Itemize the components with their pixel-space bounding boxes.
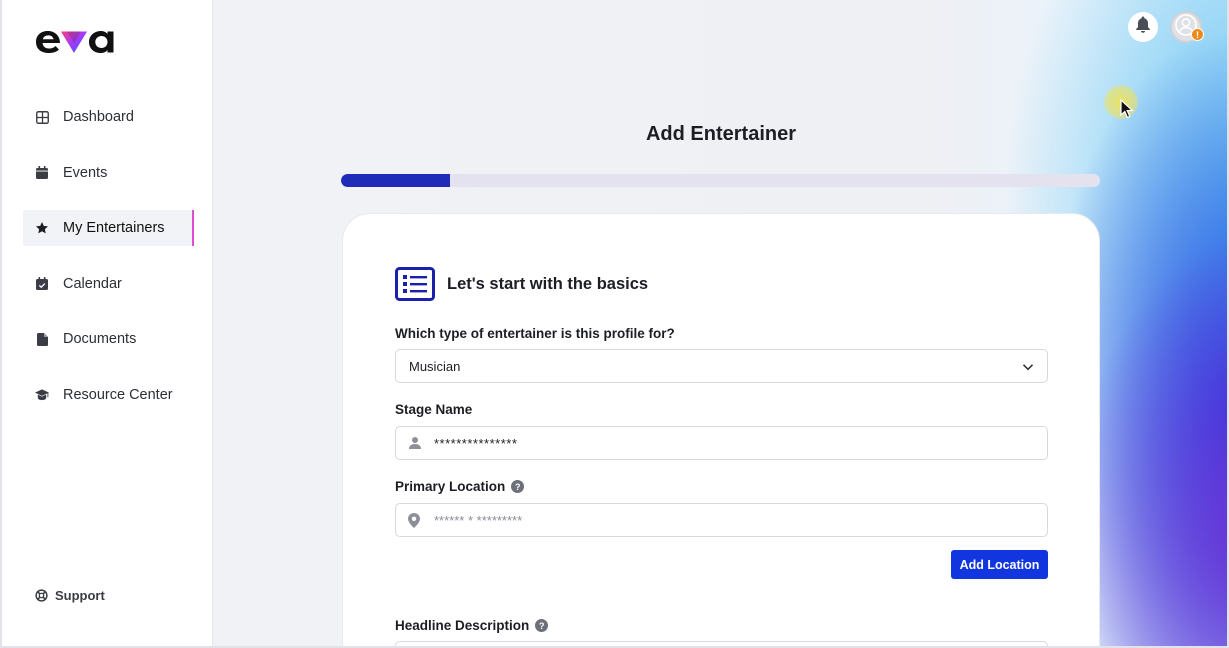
add-location-button[interactable]: Add Location — [951, 550, 1048, 579]
section-title: Let's start with the basics — [447, 274, 649, 293]
star-icon — [35, 221, 49, 235]
stage-name-input[interactable]: *************** — [395, 426, 1048, 460]
graduation-cap-icon — [35, 388, 49, 402]
bell-icon — [1135, 16, 1151, 38]
form-card: Let's start with the basics Which type o… — [342, 213, 1100, 646]
section-header: Let's start with the basics — [395, 267, 648, 301]
sidebar-item-documents[interactable]: Documents — [23, 321, 194, 357]
user-icon — [408, 436, 422, 450]
headline-description-label: Headline Description ? — [395, 618, 549, 633]
sidebar-nav: Dashboard Events My Entertainers Calenda… — [23, 99, 194, 433]
progress-bar — [341, 174, 1100, 187]
support-label: Support — [55, 588, 105, 603]
sidebar-item-label: Calendar — [63, 275, 122, 292]
progress-fill — [341, 174, 450, 187]
eva-logo[interactable] — [35, 26, 115, 58]
entertainer-type-label: Which type of entertainer is this profil… — [395, 326, 675, 341]
sidebar-item-label: My Entertainers — [63, 220, 165, 237]
sidebar-item-my-entertainers[interactable]: My Entertainers — [23, 210, 194, 247]
sidebar-item-calendar[interactable]: Calendar — [23, 266, 194, 302]
list-icon — [395, 267, 435, 301]
mouse-pointer-icon — [1120, 98, 1134, 119]
chevron-down-icon — [1022, 361, 1034, 373]
document-icon — [35, 332, 49, 346]
entertainer-type-select[interactable]: Musician — [395, 349, 1048, 383]
primary-location-input[interactable]: ****** * ********* — [395, 503, 1048, 537]
sidebar-item-label: Resource Center — [63, 386, 173, 403]
entertainer-type-label-text: Which type of entertainer is this profil… — [395, 326, 675, 341]
primary-location-placeholder: ****** * ********* — [434, 512, 523, 528]
stage-name-label: Stage Name — [395, 402, 472, 417]
calendar-check-icon — [35, 277, 49, 291]
calendar-icon — [35, 166, 49, 180]
sidebar-item-resource-center[interactable]: Resource Center — [23, 377, 194, 413]
avatar-warning-badge: ! — [1191, 28, 1204, 41]
sidebar: Dashboard Events My Entertainers Calenda… — [2, 0, 213, 646]
primary-location-label-text: Primary Location — [395, 479, 506, 494]
page-title: Add Entertainer — [645, 123, 797, 145]
map-pin-icon — [408, 513, 422, 528]
life-ring-icon — [35, 588, 49, 603]
sidebar-item-events[interactable]: Events — [23, 155, 194, 191]
headline-description-label-text: Headline Description — [395, 618, 530, 633]
entertainer-type-value: Musician — [409, 358, 461, 374]
support-link[interactable]: Support — [35, 588, 105, 603]
grid-icon — [35, 110, 49, 124]
sidebar-item-label: Dashboard — [63, 109, 134, 125]
sidebar-item-label: Events — [63, 164, 108, 181]
primary-location-label: Primary Location ? — [395, 479, 525, 494]
stage-name-label-text: Stage Name — [395, 402, 473, 417]
sidebar-item-label: Documents — [63, 331, 137, 348]
headline-description-input[interactable] — [395, 641, 1048, 646]
sidebar-item-dashboard[interactable]: Dashboard — [23, 99, 194, 135]
notifications-button[interactable] — [1128, 12, 1158, 42]
help-icon[interactable]: ? — [535, 619, 549, 632]
stage-name-value: *************** — [434, 435, 518, 451]
help-icon[interactable]: ? — [511, 480, 525, 493]
app-window: Dashboard Events My Entertainers Calenda… — [0, 0, 1229, 648]
